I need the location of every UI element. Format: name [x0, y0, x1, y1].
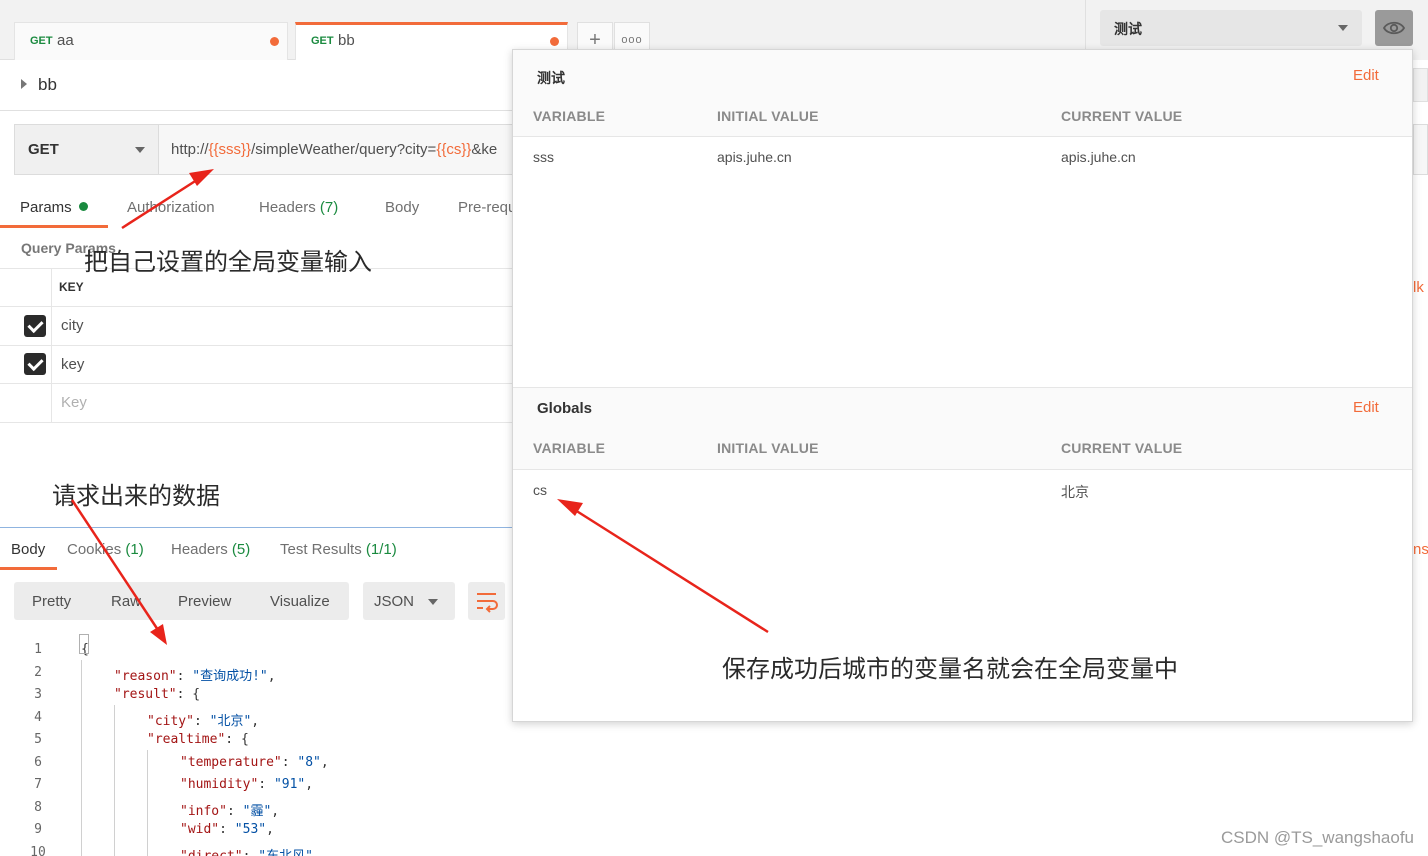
arrow-to-response: [70, 499, 167, 645]
annotation-arrows: [70, 169, 769, 645]
arrow-to-global-var: [557, 499, 769, 634]
arrow-to-url-var: [121, 169, 214, 230]
watermark: CSDN @TS_wangshaofu: [1220, 828, 1414, 847]
